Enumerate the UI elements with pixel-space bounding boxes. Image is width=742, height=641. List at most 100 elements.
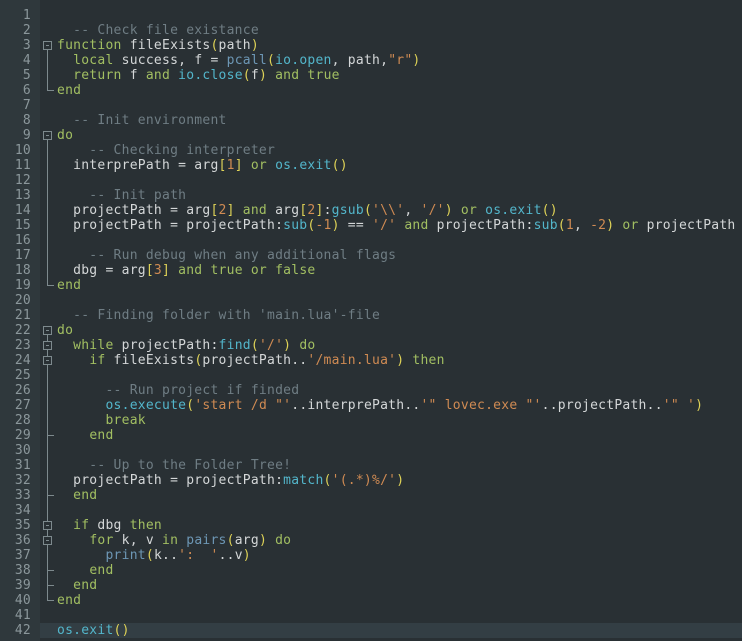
code-token: projectPath: bbox=[428, 218, 534, 233]
code-line[interactable]: 38 end bbox=[0, 563, 742, 578]
code-token: -- Checking interpreter bbox=[57, 143, 276, 158]
code-line-text: -- Up to the Folder Tree! bbox=[56, 458, 742, 473]
code-token: -- Check file existance bbox=[57, 23, 259, 38]
code-token: projectPath = projectPath: bbox=[57, 473, 284, 488]
fold-guide-line bbox=[40, 413, 56, 428]
code-line[interactable]: 21 -- Finding folder with 'main.lua'-fil… bbox=[0, 308, 742, 323]
code-token: arg bbox=[234, 533, 259, 548]
code-line[interactable]: 39 end bbox=[0, 578, 742, 593]
fold-collapse-icon[interactable] bbox=[40, 518, 56, 533]
fold-guide-line bbox=[40, 443, 56, 458]
code-line[interactable]: 6 end bbox=[0, 83, 742, 98]
code-line[interactable]: 20 bbox=[0, 293, 742, 308]
code-line[interactable]: 14 projectPath = arg[2] and arg[2]:gsub(… bbox=[0, 203, 742, 218]
code-token: projectPath bbox=[638, 218, 736, 233]
line-number: 27 bbox=[0, 398, 40, 413]
code-line-text: if fileExists(projectPath..'/main.lua') … bbox=[56, 353, 742, 368]
fold-collapse-icon[interactable] bbox=[40, 338, 56, 353]
fold-guide-line bbox=[40, 263, 56, 278]
fold-box-glyph bbox=[43, 41, 52, 50]
code-token: , bbox=[404, 203, 421, 218]
fold-collapse-icon[interactable] bbox=[40, 533, 56, 548]
code-line[interactable]: 27 os.execute('start /d "'..interprePath… bbox=[0, 398, 742, 413]
code-line[interactable]: 41 bbox=[0, 608, 742, 623]
code-editor[interactable]: 12 -- Check file existance 3 function file… bbox=[0, 0, 742, 641]
code-line[interactable]: 42 os.exit() bbox=[0, 623, 742, 638]
code-token: path bbox=[218, 38, 251, 53]
code-line[interactable]: 34 bbox=[0, 503, 742, 518]
code-line[interactable]: 11 interprePath = arg[1] or os.exit() bbox=[0, 158, 742, 173]
code-line[interactable]: 18 dbg = arg[3] and true or false bbox=[0, 263, 742, 278]
fold-box-glyph bbox=[43, 326, 52, 335]
code-line-text: end bbox=[56, 563, 742, 578]
code-line[interactable]: 5 return f and io.close(f) and true bbox=[0, 68, 742, 83]
fold-guide-line bbox=[40, 68, 56, 83]
code-token: projectPath = projectPath: bbox=[57, 218, 284, 233]
code-line[interactable]: 37 print(k..': '..v) bbox=[0, 548, 742, 563]
code-line[interactable]: 13 -- Init path bbox=[0, 188, 742, 203]
code-line-text: -- Init environment bbox=[56, 113, 742, 128]
code-line[interactable]: 9 do bbox=[0, 128, 742, 143]
code-token: -- Run project if finded bbox=[57, 383, 300, 398]
fold-line-glyph bbox=[47, 173, 48, 188]
fold-line-glyph bbox=[47, 548, 48, 563]
line-number: 28 bbox=[0, 413, 40, 428]
code-line-text: if dbg then bbox=[56, 518, 742, 533]
code-line[interactable]: 31 -- Up to the Folder Tree! bbox=[0, 458, 742, 473]
code-line[interactable]: 4 local success, f = pcall(io.open, path… bbox=[0, 53, 742, 68]
code-line[interactable]: 7 bbox=[0, 98, 742, 113]
code-line[interactable]: 36 for k, v in pairs(arg) do bbox=[0, 533, 742, 548]
code-line[interactable]: 40 end bbox=[0, 593, 742, 608]
fold-guide-line bbox=[40, 428, 56, 443]
code-token: , bbox=[573, 218, 591, 233]
line-number: 19 bbox=[0, 278, 40, 293]
code-line[interactable]: 32 projectPath = projectPath:match('(.*)… bbox=[0, 473, 742, 488]
fold-guide-line bbox=[40, 158, 56, 173]
code-line[interactable]: 22 do bbox=[0, 323, 742, 338]
code-line[interactable]: 29 end bbox=[0, 428, 742, 443]
code-token: local bbox=[73, 53, 114, 68]
code-line-text: os.exit() bbox=[56, 623, 742, 638]
fold-collapse-icon[interactable] bbox=[40, 353, 56, 368]
code-token: () bbox=[113, 623, 130, 638]
code-line-text: function fileExists(path) bbox=[56, 38, 742, 53]
code-line[interactable]: 8 -- Init environment bbox=[0, 113, 742, 128]
code-line[interactable]: 28 break bbox=[0, 413, 742, 428]
fold-line-glyph bbox=[47, 458, 48, 473]
fold-guide-line bbox=[40, 203, 56, 218]
fold-box-glyph bbox=[43, 536, 52, 545]
code-token: '/' bbox=[420, 203, 445, 218]
fold-collapse-icon[interactable] bbox=[40, 38, 56, 53]
code-line[interactable]: 12 bbox=[0, 173, 742, 188]
code-line[interactable]: 2 -- Check file existance bbox=[0, 23, 742, 38]
code-line[interactable]: 16 bbox=[0, 233, 742, 248]
code-line-text: projectPath = arg[2] and arg[2]:gsub('\\… bbox=[56, 203, 742, 218]
code-line[interactable]: 10 -- Checking interpreter bbox=[0, 143, 742, 158]
line-number: 26 bbox=[0, 383, 40, 398]
code-line[interactable]: 1 bbox=[0, 8, 742, 23]
code-line[interactable]: 33 end bbox=[0, 488, 742, 503]
fold-collapse-icon[interactable] bbox=[40, 128, 56, 143]
code-line[interactable]: 25 bbox=[0, 368, 742, 383]
code-line[interactable]: 23 while projectPath:find('/') do bbox=[0, 338, 742, 353]
code-line[interactable]: 3 function fileExists(path) bbox=[0, 38, 742, 53]
fold-guide-line bbox=[40, 368, 56, 383]
code-line[interactable]: 26 -- Run project if finded bbox=[0, 383, 742, 398]
fold-minus-glyph bbox=[46, 345, 49, 346]
code-line[interactable]: 19 end bbox=[0, 278, 742, 293]
code-line[interactable]: 17 -- Run debug when any additional flag… bbox=[0, 248, 742, 263]
code-line[interactable]: 35 if dbg then bbox=[0, 518, 742, 533]
code-line[interactable]: 24 if fileExists(projectPath..'/main.lua… bbox=[0, 353, 742, 368]
line-number: 12 bbox=[0, 173, 40, 188]
code-line[interactable]: 15 projectPath = projectPath:sub(-1) == … bbox=[0, 218, 742, 233]
fold-collapse-icon[interactable] bbox=[40, 323, 56, 338]
code-token: gsub bbox=[331, 203, 364, 218]
code-line[interactable]: 30 bbox=[0, 443, 742, 458]
code-token: and bbox=[242, 203, 268, 218]
